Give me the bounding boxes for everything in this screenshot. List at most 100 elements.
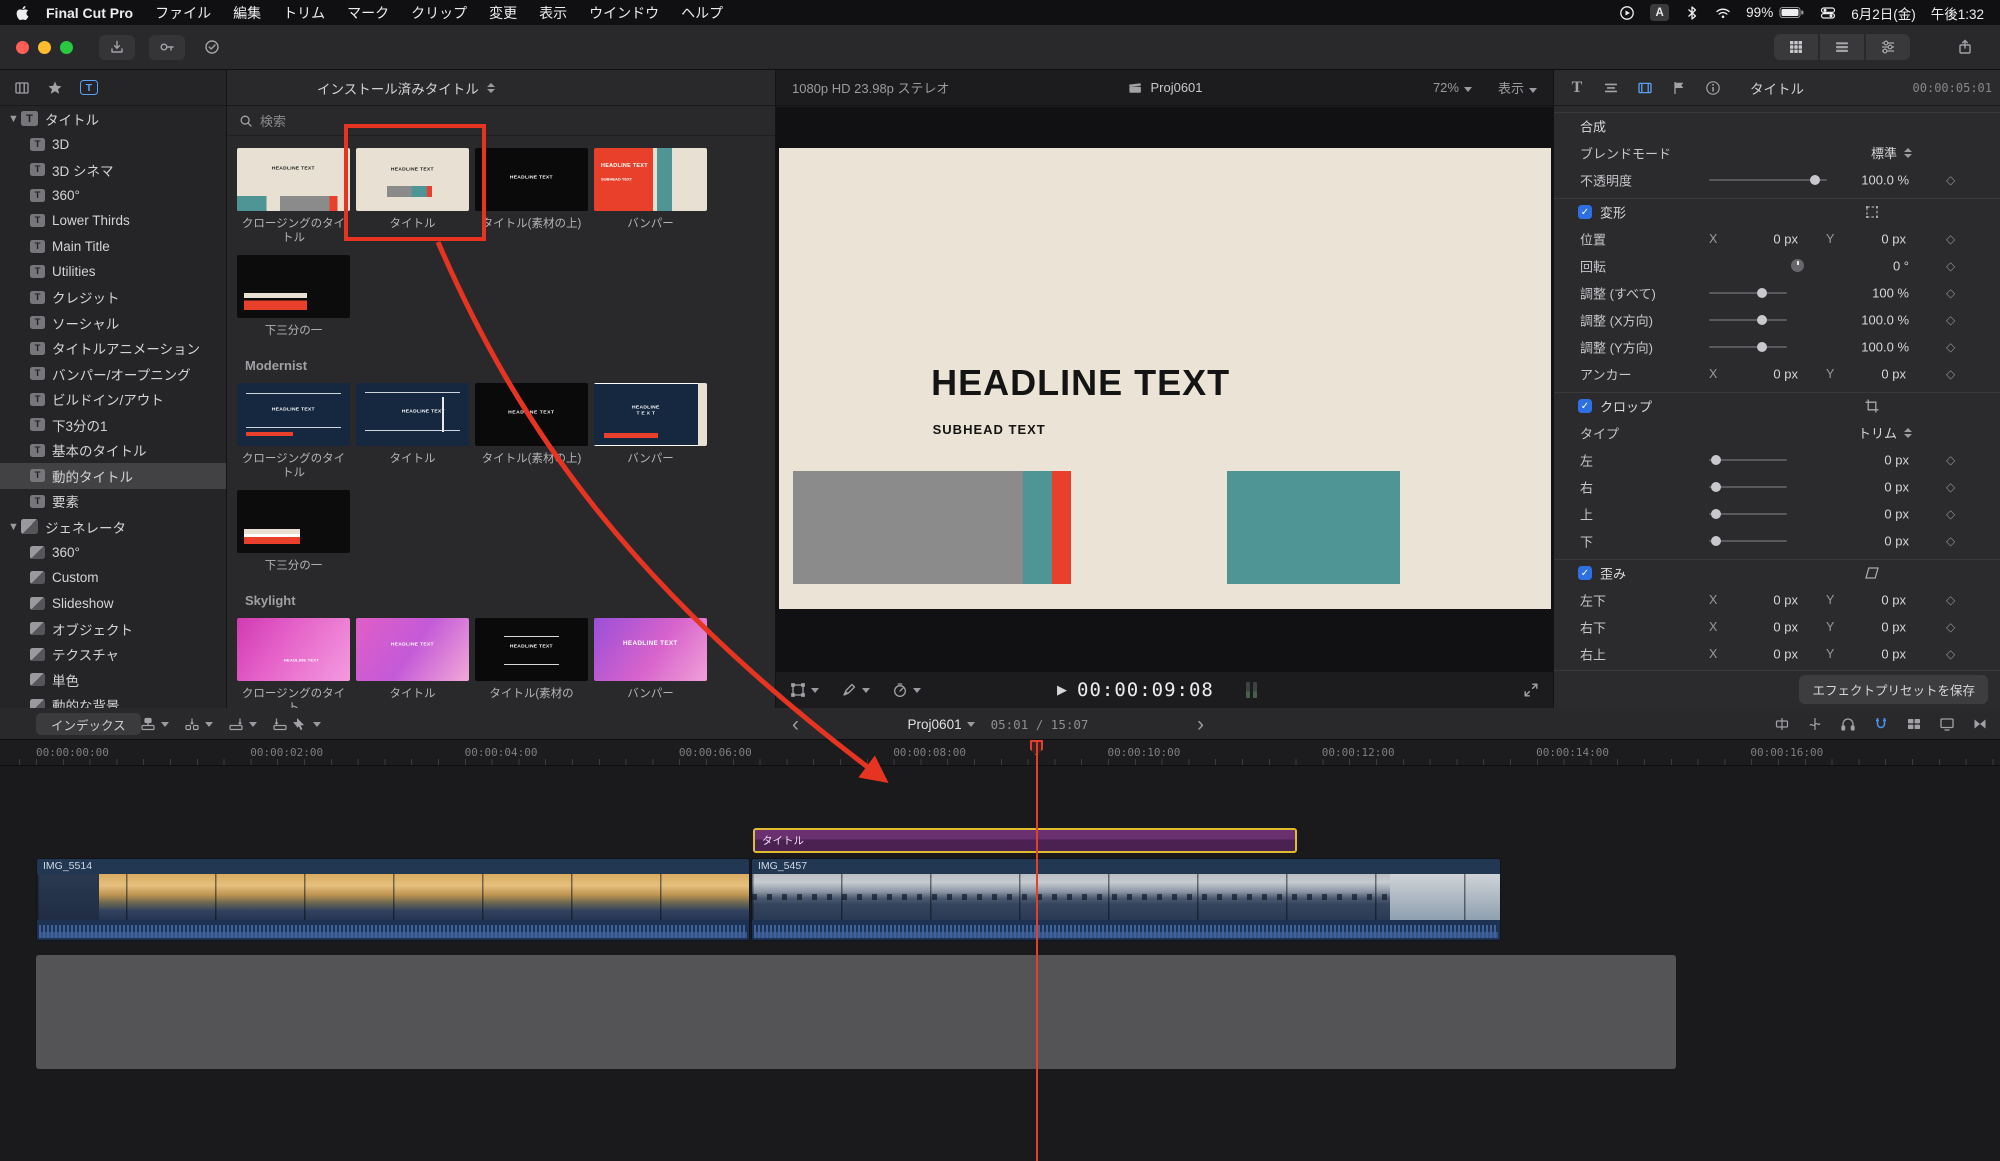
insert-clip-button[interactable] <box>184 716 213 732</box>
audio-meters-icon[interactable] <box>1246 682 1257 698</box>
title-thumbnail[interactable]: HEADLINE TEXTタイトル <box>356 383 469 480</box>
parameter-slider[interactable] <box>1709 513 1787 515</box>
close-window-button[interactable] <box>16 41 29 54</box>
background-tasks-button[interactable] <box>199 35 225 60</box>
screen-mirroring-icon[interactable] <box>1619 5 1635 21</box>
solo-toggle-icon[interactable] <box>1840 716 1856 732</box>
sidebar-item[interactable]: T基本のタイトル <box>0 438 226 464</box>
app-menu-title[interactable]: Final Cut Pro <box>35 5 144 21</box>
sidebar-item[interactable]: TLower Thirds <box>0 208 226 234</box>
x-value[interactable]: 0 px <box>1736 619 1798 634</box>
keyframe-button[interactable]: ◇ <box>1946 620 1955 634</box>
viewer-view-menu[interactable]: 表示 <box>1498 78 1537 97</box>
sidebar-item[interactable]: T3D <box>0 132 226 158</box>
wifi-icon[interactable] <box>1715 5 1731 21</box>
menubar-menu-item-8[interactable]: ヘルプ <box>670 3 734 23</box>
skimming-toggle-icon[interactable] <box>1774 716 1790 732</box>
browser-view-button[interactable] <box>1774 34 1818 60</box>
section-enable-checkbox[interactable]: ✓ <box>1578 566 1592 580</box>
parameter-value[interactable]: 100.0 % <box>1809 339 1909 354</box>
keyframe-button[interactable]: ◇ <box>1946 534 1955 548</box>
y-value[interactable]: 0 px <box>1844 231 1906 246</box>
sidebar-item[interactable]: テクスチャ <box>0 642 226 668</box>
x-value[interactable]: 0 px <box>1736 646 1798 661</box>
retime-menu[interactable] <box>892 682 921 698</box>
parameter-value[interactable]: 100.0 % <box>1809 312 1909 327</box>
media-sidebar-tab[interactable] <box>14 80 30 96</box>
transform-icon[interactable] <box>1864 204 1880 220</box>
timeline-display-icon[interactable] <box>1939 716 1955 732</box>
parameter-slider[interactable] <box>1709 540 1787 542</box>
title-thumbnail[interactable]: HEADLINE TEXTクロージングのタイトル <box>237 148 350 245</box>
parameter-slider[interactable] <box>1709 292 1787 294</box>
video-clip[interactable]: IMG_5514 <box>36 858 750 941</box>
menubar-menu-item-3[interactable]: マーク <box>336 3 400 23</box>
title-thumbnail[interactable]: HEADLINET E X Tバンパー <box>594 383 707 480</box>
menubar-menu-item-6[interactable]: 表示 <box>528 3 578 23</box>
titles-source-dropdown[interactable]: インストール済みタイトル <box>317 78 479 98</box>
keyframe-button[interactable]: ◇ <box>1946 173 1955 187</box>
parameter-value[interactable]: 0 px <box>1809 533 1909 548</box>
menubar-menu-item-5[interactable]: 変更 <box>478 3 528 23</box>
previous-project-button[interactable]: ‹ <box>792 714 799 735</box>
keyframe-button[interactable]: ◇ <box>1946 232 1955 246</box>
parameter-value[interactable]: 100 % <box>1809 285 1909 300</box>
title-thumbnail[interactable]: HEADLINE TEXTクロージングのタイト <box>237 618 350 708</box>
inspector-view-button[interactable] <box>1866 34 1910 60</box>
sidebar-item[interactable]: T下3分の1 <box>0 412 226 438</box>
import-media-button[interactable] <box>99 35 135 60</box>
bluetooth-icon[interactable] <box>1684 5 1700 21</box>
audio-skimming-toggle-icon[interactable] <box>1807 716 1823 732</box>
title-inspector-tab[interactable] <box>1600 77 1622 99</box>
title-thumbnail[interactable]: HEADLINE TEXTタイトル(素材の <box>475 618 588 708</box>
sidebar-item[interactable]: T動的タイトル <box>0 463 226 489</box>
title-thumbnail[interactable]: HEADLINE TEXTタイトル <box>356 618 469 708</box>
y-value[interactable]: 0 px <box>1844 646 1906 661</box>
y-value[interactable]: 0 px <box>1844 592 1906 607</box>
menu-bar-date[interactable]: 6月2日(金) <box>1851 3 1916 23</box>
parameter-slider[interactable] <box>1709 319 1787 321</box>
sidebar-item[interactable]: 動的な背景 <box>0 693 226 709</box>
title-thumbnail-selected[interactable]: HEADLINE TEXTタイトル <box>356 148 469 245</box>
effects-browser-icon[interactable] <box>1972 716 1988 732</box>
sidebar-section-header-0[interactable]: ▼Tタイトル <box>0 106 226 132</box>
fullscreen-icon[interactable] <box>1523 682 1539 698</box>
keyframe-button[interactable]: ◇ <box>1946 453 1955 467</box>
sidebar-item[interactable]: Custom <box>0 565 226 591</box>
timeline-view-button[interactable] <box>1820 34 1864 60</box>
menu-bar-time[interactable]: 午後1:32 <box>1931 3 1984 23</box>
disclosure-triangle-icon[interactable]: ▼ <box>8 521 21 533</box>
transform-crop-menu[interactable] <box>790 682 819 698</box>
sidebar-item[interactable]: T要素 <box>0 489 226 515</box>
sidebar-item[interactable]: 単色 <box>0 667 226 693</box>
clip-appearance-icon[interactable] <box>1906 716 1922 732</box>
viewer-timecode[interactable]: 00:00:09:08 <box>1077 679 1214 701</box>
photos-audio-sidebar-tab[interactable] <box>47 80 63 96</box>
popup-button[interactable]: 標準 <box>1794 139 1912 166</box>
input-source-menu[interactable]: A <box>1650 4 1669 21</box>
distort-icon[interactable] <box>1864 565 1880 581</box>
keyframe-button[interactable]: ◇ <box>1946 313 1955 327</box>
keyframe-button[interactable]: ◇ <box>1946 593 1955 607</box>
battery-indicator[interactable]: 99% <box>1746 5 1805 20</box>
title-thumbnail[interactable]: 下三分の一 <box>237 490 350 573</box>
parameter-slider[interactable] <box>1709 486 1787 488</box>
parameter-slider[interactable] <box>1709 346 1787 348</box>
sidebar-item[interactable]: オブジェクト <box>0 616 226 642</box>
viewer-zoom-menu[interactable]: 72% <box>1433 80 1472 95</box>
share-button[interactable] <box>1952 35 1978 60</box>
keyframe-button[interactable]: ◇ <box>1946 340 1955 354</box>
append-clip-button[interactable] <box>228 716 257 732</box>
zoom-window-button[interactable] <box>60 41 73 54</box>
sidebar-item[interactable]: TMain Title <box>0 234 226 260</box>
parameter-value[interactable]: 0 px <box>1809 452 1909 467</box>
sidebar-item[interactable]: T3D シネマ <box>0 157 226 183</box>
video-inspector-tab[interactable] <box>1634 77 1656 99</box>
section-enable-checkbox[interactable]: ✓ <box>1578 205 1592 219</box>
sidebar-item[interactable]: Tタイトルアニメーション <box>0 336 226 362</box>
x-value[interactable]: 0 px <box>1736 366 1798 381</box>
title-thumbnail[interactable]: HEADLINE TEXTSUBHEAD TEXTバンパー <box>594 148 707 245</box>
parameter-value[interactable]: 0 px <box>1809 506 1909 521</box>
play-button[interactable]: ▶ <box>1057 682 1067 698</box>
control-center-icon[interactable] <box>1820 5 1836 21</box>
